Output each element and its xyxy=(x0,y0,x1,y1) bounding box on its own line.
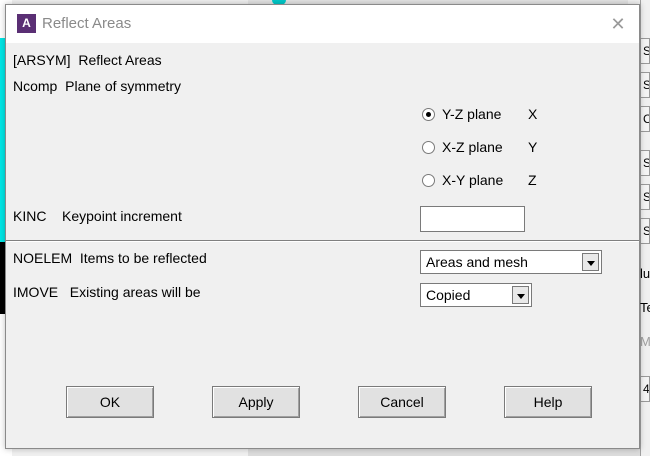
axis-x-label: X xyxy=(528,106,538,122)
radio-yz-label[interactable]: Y-Z plane xyxy=(442,106,501,122)
ok-button[interactable]: OK xyxy=(66,386,154,418)
reflect-areas-dialog: A Reflect Areas ✕ [ARSYM] Reflect Areas … xyxy=(5,4,640,449)
existing-areas-value: Copied xyxy=(426,287,471,303)
radio-xz-label[interactable]: X-Z plane xyxy=(442,139,503,155)
items-reflected-value: Areas and mesh xyxy=(426,254,528,270)
background-right-text: Te xyxy=(640,300,650,315)
background-right-button[interactable]: S xyxy=(640,150,650,176)
background-toolbar-bottom xyxy=(248,448,640,456)
background-right-button[interactable]: S xyxy=(640,184,650,210)
chevron-down-icon[interactable] xyxy=(512,286,529,304)
axis-y-label: Y xyxy=(528,139,538,155)
existing-areas-select[interactable]: Copied xyxy=(420,283,532,307)
noelem-label: NOELEM Items to be reflected xyxy=(13,250,207,266)
apply-button[interactable]: Apply xyxy=(212,386,300,418)
background-right-button[interactable]: S xyxy=(640,218,650,244)
title-bar[interactable]: A Reflect Areas ✕ xyxy=(6,5,639,43)
radio-xz-plane[interactable] xyxy=(422,141,435,154)
kinc-label: KINC Keypoint increment xyxy=(13,208,182,224)
background-right-button[interactable]: 4 xyxy=(640,376,650,402)
help-button[interactable]: Help xyxy=(504,386,592,418)
command-label: [ARSYM] Reflect Areas xyxy=(13,52,162,68)
radio-yz-plane[interactable] xyxy=(422,108,435,121)
ansys-app-icon: A xyxy=(17,14,36,33)
ncomp-label: Ncomp Plane of symmetry xyxy=(13,78,182,94)
chevron-down-icon[interactable] xyxy=(582,253,599,271)
background-right-text: M xyxy=(640,334,650,349)
background-right-button[interactable]: C xyxy=(640,106,650,132)
imove-label: IMOVE Existing areas will be xyxy=(13,284,201,300)
radio-xy-label[interactable]: X-Y plane xyxy=(442,172,503,188)
background-right-text: lu xyxy=(640,266,650,281)
radio-xy-plane[interactable] xyxy=(422,174,435,187)
background-right-button[interactable]: S xyxy=(640,38,650,64)
separator xyxy=(6,240,639,242)
dialog-title: Reflect Areas xyxy=(42,15,132,32)
items-reflected-select[interactable]: Areas and mesh xyxy=(420,250,602,274)
cancel-button[interactable]: Cancel xyxy=(358,386,446,418)
background-right-button[interactable]: S xyxy=(640,72,650,98)
keypoint-increment-input[interactable] xyxy=(420,206,525,232)
close-icon[interactable]: ✕ xyxy=(606,14,630,34)
axis-z-label: Z xyxy=(528,172,537,188)
